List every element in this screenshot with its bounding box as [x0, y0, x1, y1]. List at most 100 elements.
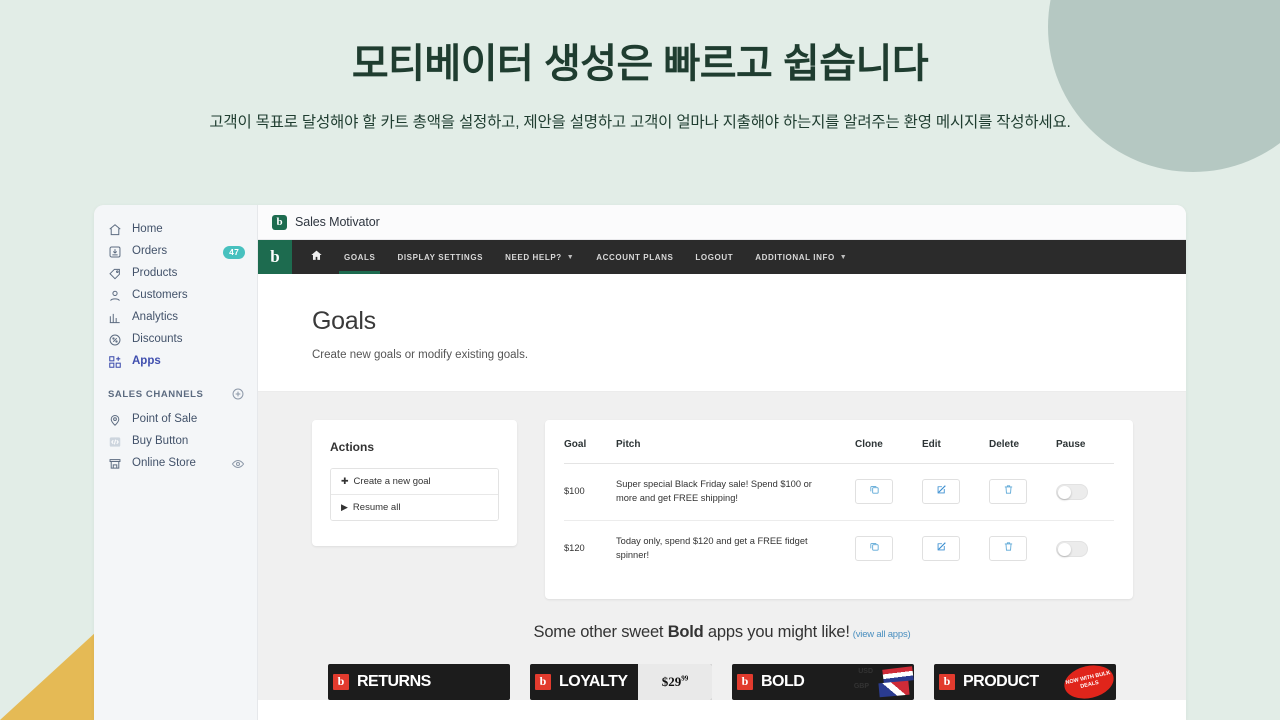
copy-icon [869, 541, 880, 557]
trash-icon [1003, 484, 1014, 500]
column-header-pitch: Pitch [616, 439, 855, 464]
bold-logo-icon: b [737, 673, 753, 690]
sidebar-item-label: Analytics [132, 311, 179, 324]
discounts-percent-icon [108, 333, 122, 347]
cell-edit [922, 463, 989, 521]
nav-tab-label: GOALS [344, 252, 376, 262]
promo-card-title: LOYALTY [559, 672, 628, 690]
pause-toggle[interactable] [1056, 483, 1088, 500]
column-header-delete: Delete [989, 439, 1056, 464]
app-titlebar: b Sales Motivator [258, 205, 1186, 240]
sidebar-item-buy-button[interactable]: Buy Button [94, 431, 257, 453]
sidebar-item-apps[interactable]: Apps [94, 351, 257, 373]
products-tag-icon [108, 267, 122, 281]
action-label: Create a new goal [353, 476, 431, 487]
cell-delete [989, 463, 1056, 521]
bold-logo-icon: b [272, 214, 287, 230]
nav-tab-additional-info[interactable]: ADDITIONAL INFO ▼ [744, 240, 858, 274]
currency-usd-label: USD [858, 667, 873, 675]
actions-card-title: Actions [330, 440, 375, 454]
sidebar-item-label: Online Store [132, 457, 196, 470]
view-all-apps-link[interactable]: (view all apps) [853, 629, 911, 640]
sidebar-item-products[interactable]: Products [94, 263, 257, 285]
table-header-row: Goal Pitch Clone Edit Delete Pause [564, 439, 1114, 464]
clone-goal-button[interactable] [855, 536, 893, 562]
sidebar-item-label: Discounts [132, 333, 183, 346]
sidebar-item-online-store[interactable]: Online Store [94, 453, 257, 475]
nav-tab-label: LOGOUT [695, 252, 734, 262]
nav-home-button[interactable] [300, 240, 333, 274]
code-brackets-icon [108, 435, 122, 449]
column-header-pause: Pause [1056, 439, 1114, 464]
promo-card-art: USD GBP [840, 664, 914, 700]
promo-price: 29 [668, 673, 682, 689]
eye-icon[interactable] [231, 457, 245, 471]
nav-tab-goals[interactable]: GOALS [333, 240, 386, 274]
promo-card-bold-multicurrency[interactable]: b BOLD USD GBP [732, 663, 914, 700]
currency-gbp-label: GBP [853, 682, 869, 690]
bold-logo-icon: b [333, 673, 349, 690]
clone-goal-button[interactable] [855, 479, 893, 505]
customers-icon [108, 289, 122, 303]
sidebar-item-orders[interactable]: Orders 47 [94, 241, 257, 263]
create-new-goal-button[interactable]: ✚ Create a new goal [331, 469, 498, 494]
cell-clone [855, 520, 922, 576]
add-channel-plus-icon[interactable] [231, 387, 245, 401]
promo-card-loyalty[interactable]: b LOYALTY $2999 [530, 663, 712, 700]
apps-grid-plus-icon [108, 355, 122, 369]
sidebar-item-label: Customers [132, 289, 188, 302]
table-row: $100 Super special Black Friday sale! Sp… [564, 463, 1114, 521]
sidebar-item-discounts[interactable]: Discounts [94, 329, 257, 351]
goals-page-header: Goals Create new goals or modify existin… [258, 274, 1186, 392]
goals-heading: Goals [312, 307, 376, 335]
edit-goal-button[interactable] [922, 479, 960, 505]
promo-card-product[interactable]: b PRODUCT NOW WITH BULK DEALS [934, 663, 1116, 700]
app-content: Goals Create new goals or modify existin… [258, 274, 1186, 720]
sidebar-item-customers[interactable]: Customers [94, 285, 257, 307]
play-icon: ▶ [341, 502, 348, 512]
promo-card-returns[interactable]: b RETURNS [328, 663, 510, 700]
goals-body: Actions ✚ Create a new goal ▶ Resume all [258, 392, 1186, 599]
promo-heading: Some other sweet Bold apps you might lik… [258, 623, 1186, 642]
sidebar-item-label: Buy Button [132, 435, 189, 448]
plus-icon: ✚ [341, 476, 349, 486]
uk-flag-icon [878, 680, 910, 698]
sidebar-item-label: Home [132, 223, 163, 236]
cell-pause [1056, 463, 1114, 521]
sidebar-item-home[interactable]: Home [94, 219, 257, 241]
bold-logo-icon: b [939, 673, 955, 690]
nav-tab-logout[interactable]: LOGOUT [684, 240, 744, 274]
table-row: $120 Today only, spend $120 and get a FR… [564, 520, 1114, 576]
goals-table-card: Goal Pitch Clone Edit Delete Pause $100 [545, 420, 1133, 599]
nav-tab-need-help[interactable]: NEED HELP? ▼ [494, 240, 585, 274]
sidebar-item-label: Products [132, 267, 178, 280]
sidebar-item-analytics[interactable]: Analytics [94, 307, 257, 329]
cell-goal-amount: $100 [564, 463, 616, 521]
cell-pause [1056, 520, 1114, 576]
decorative-triangle [0, 632, 96, 720]
sales-channels-title: SALES CHANNELS [108, 388, 204, 400]
nav-tab-label: DISPLAY SETTINGS [397, 252, 484, 262]
goals-table-body: $100 Super special Black Friday sale! Sp… [564, 463, 1114, 577]
nav-tab-account-plans[interactable]: ACCOUNT PLANS [585, 240, 684, 274]
home-solid-icon [310, 249, 323, 265]
promo-price-cents: 99 [681, 674, 689, 683]
delete-goal-button[interactable] [989, 479, 1027, 505]
nav-tab-display-settings[interactable]: DISPLAY SETTINGS [386, 240, 494, 274]
edit-goal-button[interactable] [922, 536, 960, 562]
sidebar-item-point-of-sale[interactable]: Point of Sale [94, 409, 257, 431]
trash-icon [1003, 541, 1014, 557]
cell-pitch-text: Today only, spend $120 and get a FREE fi… [616, 535, 808, 560]
promo-card-title: RETURNS [357, 672, 431, 690]
copy-icon [869, 484, 880, 500]
bold-brand-logo-icon[interactable]: b [258, 240, 292, 274]
delete-goal-button[interactable] [989, 536, 1027, 562]
cell-edit [922, 520, 989, 576]
bold-logo-icon: b [535, 673, 551, 690]
topnav-items: GOALS DISPLAY SETTINGS NEED HELP? ▼ ACCO… [292, 240, 858, 274]
pause-toggle[interactable] [1056, 540, 1088, 557]
resume-all-button[interactable]: ▶ Resume all [331, 494, 498, 520]
orders-icon [108, 245, 122, 259]
column-header-goal: Goal [564, 439, 616, 464]
cell-delete [989, 520, 1056, 576]
